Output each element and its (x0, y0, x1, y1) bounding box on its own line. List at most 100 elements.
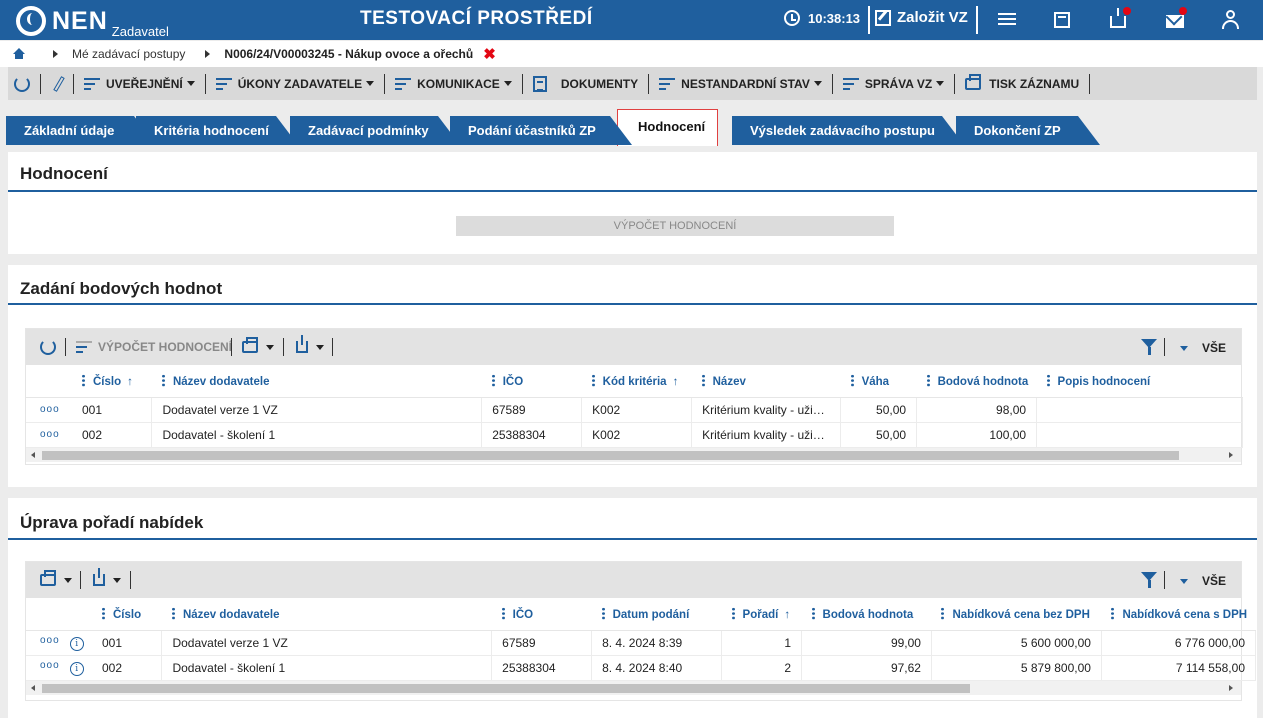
export-menu[interactable] (93, 568, 121, 586)
scroll-right-icon[interactable] (1229, 452, 1233, 458)
column-header-number[interactable]: Číslo (91, 598, 162, 631)
cell-points[interactable]: 100,00 (916, 422, 1038, 448)
cell-submission-date: 8. 4. 2024 8:40 (591, 655, 723, 681)
header-divider (976, 6, 978, 34)
refresh-icon[interactable] (14, 75, 30, 92)
contracting-acts-menu[interactable]: ÚKONY ZADAVATELE (212, 77, 378, 91)
column-header-number[interactable]: Číslo ↑ (71, 365, 152, 398)
tab-basic-data[interactable]: Základní údaje (6, 116, 156, 145)
publish-menu[interactable]: UVEŘEJNĚNÍ (80, 77, 199, 91)
print-menu[interactable] (40, 570, 72, 586)
print-record-button[interactable]: TISK ZÁZNAMU (961, 73, 1083, 91)
list-icon (76, 341, 92, 353)
table-row[interactable]: ooo 001 Dodavatel verze 1 VZ 67589 K002 … (26, 397, 1243, 423)
cell-description[interactable] (1036, 397, 1243, 423)
export-menu[interactable] (296, 335, 324, 353)
calculate-evaluation-button[interactable]: VÝPOČET HODNOCENÍ (456, 216, 894, 236)
nonstandard-state-menu[interactable]: NESTANDARDNÍ STAV (655, 77, 826, 91)
environment-title: TESTOVACÍ PROSTŘEDÍ (360, 8, 593, 29)
horizontal-scrollbar[interactable] (26, 448, 1241, 462)
column-header-price-without-vat[interactable]: Nabídková cena bez DPH (931, 598, 1102, 631)
table-row[interactable]: ooo i 001 Dodavatel verze 1 VZ 67589 8. 4… (26, 630, 1257, 656)
tab-completion[interactable]: Dokončení ZP (956, 116, 1100, 145)
communication-label: KOMUNIKACE (417, 76, 500, 91)
scroll-left-icon[interactable] (31, 685, 35, 691)
home-icon[interactable] (13, 48, 25, 60)
refresh-icon[interactable] (40, 339, 56, 355)
column-header-price-with-vat[interactable]: Nabídková cena s DPH (1101, 598, 1256, 631)
tab-evaluation-criteria[interactable]: Kritéria hodnocení (136, 116, 298, 145)
column-header-weight[interactable]: Váha (840, 365, 917, 398)
scrollbar-thumb[interactable] (42, 451, 1179, 460)
table-row[interactable]: ooo 002 Dodavatel - školení 1 25388304 K… (26, 422, 1243, 448)
column-header-points[interactable]: Bodová hodnota (916, 365, 1037, 398)
row-actions-icon[interactable]: ooo (26, 422, 72, 448)
column-header-description[interactable]: Popis hodnocení (1036, 365, 1243, 398)
cell-order[interactable]: 1 (721, 630, 803, 656)
column-header-name[interactable]: Název (691, 365, 841, 398)
tab-participant-submissions[interactable]: Podání účastníků ZP (450, 116, 632, 145)
column-header-submission-date[interactable]: Datum podání (591, 598, 722, 631)
calculator-icon[interactable] (1054, 12, 1070, 28)
scroll-left-icon[interactable] (31, 452, 35, 458)
tab-tender-conditions[interactable]: Zadávací podmínky (290, 116, 460, 145)
pencil-icon[interactable] (53, 75, 65, 92)
row-actions-icon[interactable]: ooo (26, 397, 72, 423)
breadcrumb-my-procedures[interactable]: Mé zadávací postupy (72, 47, 185, 61)
breadcrumb: Mé zadávací postupy N006/24/V00003245 - … (0, 41, 1263, 67)
grid-toolbar: VÝPOČET HODNOCENÍ VŠE (26, 329, 1241, 365)
offer-order-table: Číslo Název dodavatele IČO Datum podání … (26, 598, 1257, 681)
filter-icon[interactable] (1141, 572, 1157, 588)
column-header-ico[interactable]: IČO (481, 365, 582, 398)
cell-ico: 67589 (491, 630, 593, 656)
list-icon (842, 77, 859, 90)
table-row[interactable]: ooo i 002 Dodavatel - školení 1 25388304 … (26, 655, 1257, 681)
tab-procedure-result[interactable]: Výsledek zadávacího postupu (732, 116, 964, 145)
chevron-down-icon (316, 344, 324, 350)
column-header-supplier[interactable]: Název dodavatele (151, 365, 482, 398)
column-header-ico[interactable]: IČO (491, 598, 592, 631)
documents-button[interactable]: DOKUMENTY (529, 75, 642, 92)
manage-vz-menu[interactable]: SPRÁVA VZ (839, 77, 948, 91)
row-actions-icon[interactable]: ooo i (26, 630, 92, 656)
cell-points[interactable]: 98,00 (916, 397, 1038, 423)
scrollbar-thumb[interactable] (42, 684, 970, 693)
inbox-icon[interactable] (1110, 8, 1126, 28)
filter-icon[interactable] (1141, 339, 1157, 355)
scroll-right-icon[interactable] (1229, 685, 1233, 691)
mail-icon[interactable] (1166, 15, 1184, 28)
sort-ascending-icon: ↑ (672, 375, 679, 388)
row-actions-icon[interactable]: ooo i (26, 655, 92, 681)
table-header-row: Číslo ↑ Název dodavatele IČO Kód kritéria… (26, 365, 1243, 398)
column-header-points[interactable]: Bodová hodnota (801, 598, 932, 631)
view-all-button[interactable]: VŠE (1180, 341, 1226, 355)
communication-menu[interactable]: KOMUNIKACE (391, 77, 516, 91)
calculate-evaluation-button[interactable]: VÝPOČET HODNOCENÍ (76, 340, 232, 354)
inbox-notification-dot (1123, 7, 1131, 15)
print-menu[interactable] (242, 337, 274, 353)
info-icon[interactable]: i (69, 636, 84, 651)
chevron-down-icon (113, 577, 121, 583)
create-vz-button[interactable]: Založit VZ (875, 9, 968, 26)
tab-evaluation[interactable]: Hodnocení (617, 109, 718, 146)
view-all-button[interactable]: VŠE (1180, 574, 1226, 588)
cell-description[interactable] (1036, 422, 1243, 448)
nen-logo[interactable]: NEN Zadavatel (16, 4, 169, 39)
user-icon[interactable] (1220, 10, 1242, 30)
cell-order[interactable]: 2 (721, 655, 803, 681)
list-icon (395, 77, 412, 90)
column-header-supplier[interactable]: Název dodavatele (161, 598, 492, 631)
session-clock: 10:38:13 (784, 10, 860, 26)
view-all-label: VŠE (1202, 574, 1227, 588)
menu-icon[interactable] (996, 10, 1018, 30)
close-icon[interactable]: ✖ (483, 45, 496, 63)
cell-criterion-name: Kritérium kvality - uži… (691, 397, 842, 423)
column-header-criterion-code[interactable]: Kód kritéria ↑ (581, 365, 692, 398)
info-icon[interactable]: i (69, 661, 84, 676)
panel-title: Zadání bodových hodnot (20, 279, 223, 298)
horizontal-scrollbar[interactable] (26, 681, 1241, 695)
column-header-order[interactable]: Pořadí ↑ (721, 598, 802, 631)
header-divider (868, 6, 870, 34)
breadcrumb-separator-icon (205, 50, 211, 58)
table-header-row: Číslo Název dodavatele IČO Datum podání … (26, 598, 1256, 631)
